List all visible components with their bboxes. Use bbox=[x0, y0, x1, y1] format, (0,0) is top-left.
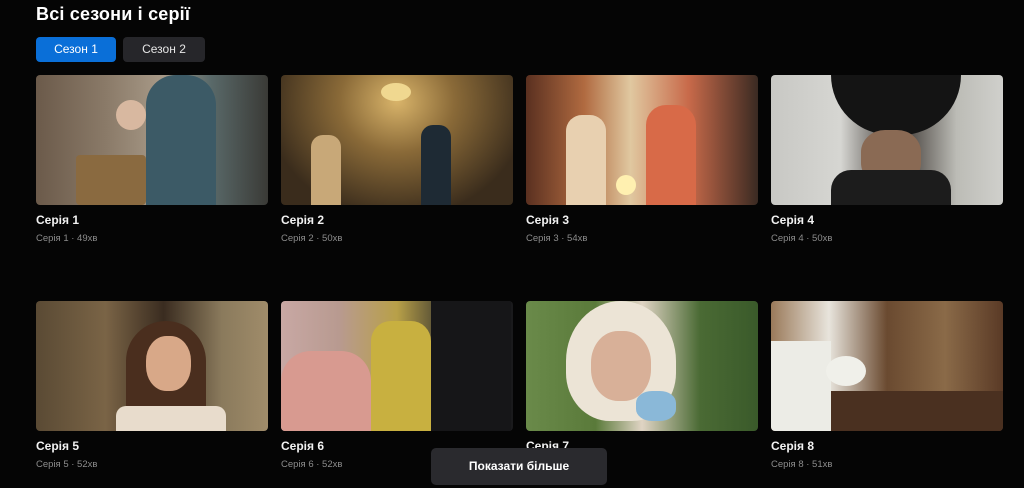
episode-grid: Серія 1 Серія 1 · 49хв Серія 2 Серія 2 ·… bbox=[36, 75, 1003, 470]
episode-card-8[interactable]: Серія 8 Серія 8 · 51хв bbox=[771, 301, 1003, 470]
tab-season-2[interactable]: Сезон 2 bbox=[123, 37, 205, 62]
episode-meta: Серія 5 · 52хв bbox=[36, 459, 98, 470]
episode-thumbnail[interactable] bbox=[526, 301, 758, 431]
episode-card-5[interactable]: Серія 5 Серія 5 · 52хв bbox=[36, 301, 268, 470]
episode-thumbnail[interactable] bbox=[526, 75, 758, 205]
show-more-button[interactable]: Показати більше bbox=[431, 448, 607, 485]
season-tabs: Сезон 1 Сезон 2 bbox=[36, 37, 205, 62]
episode-title: Серія 3 bbox=[526, 213, 570, 227]
episode-meta: Серія 4 · 50хв bbox=[771, 233, 833, 244]
episode-card-6[interactable]: Серія 6 Серія 6 · 52хв bbox=[281, 301, 513, 470]
episode-thumbnail[interactable] bbox=[771, 75, 1003, 205]
episode-thumbnail[interactable] bbox=[281, 301, 513, 431]
episode-meta: Серія 3 · 54хв bbox=[526, 233, 588, 244]
episode-thumbnail[interactable] bbox=[771, 301, 1003, 431]
episode-title: Серія 2 bbox=[281, 213, 325, 227]
episode-card-7[interactable]: Серія 7 Серія 7 · 50хв bbox=[526, 301, 758, 470]
episode-thumbnail[interactable] bbox=[36, 301, 268, 431]
episode-title: Серія 1 bbox=[36, 213, 80, 227]
episode-thumbnail[interactable] bbox=[36, 75, 268, 205]
episode-thumbnail[interactable] bbox=[281, 75, 513, 205]
section-title: Всі сезони і серії bbox=[36, 4, 191, 24]
tab-season-1[interactable]: Сезон 1 bbox=[36, 37, 116, 62]
episode-title: Серія 4 bbox=[771, 213, 815, 227]
episode-title: Серія 5 bbox=[36, 439, 80, 453]
episode-title: Серія 8 bbox=[771, 439, 815, 453]
episode-meta: Серія 2 · 50хв bbox=[281, 233, 343, 244]
episode-meta: Серія 1 · 49хв bbox=[36, 233, 98, 244]
episode-card-1[interactable]: Серія 1 Серія 1 · 49хв bbox=[36, 75, 268, 244]
episode-meta: Серія 8 · 51хв bbox=[771, 459, 833, 470]
episode-card-4[interactable]: Серія 4 Серія 4 · 50хв bbox=[771, 75, 1003, 244]
episode-card-3[interactable]: Серія 3 Серія 3 · 54хв bbox=[526, 75, 758, 244]
episode-card-2[interactable]: Серія 2 Серія 2 · 50хв bbox=[281, 75, 513, 244]
